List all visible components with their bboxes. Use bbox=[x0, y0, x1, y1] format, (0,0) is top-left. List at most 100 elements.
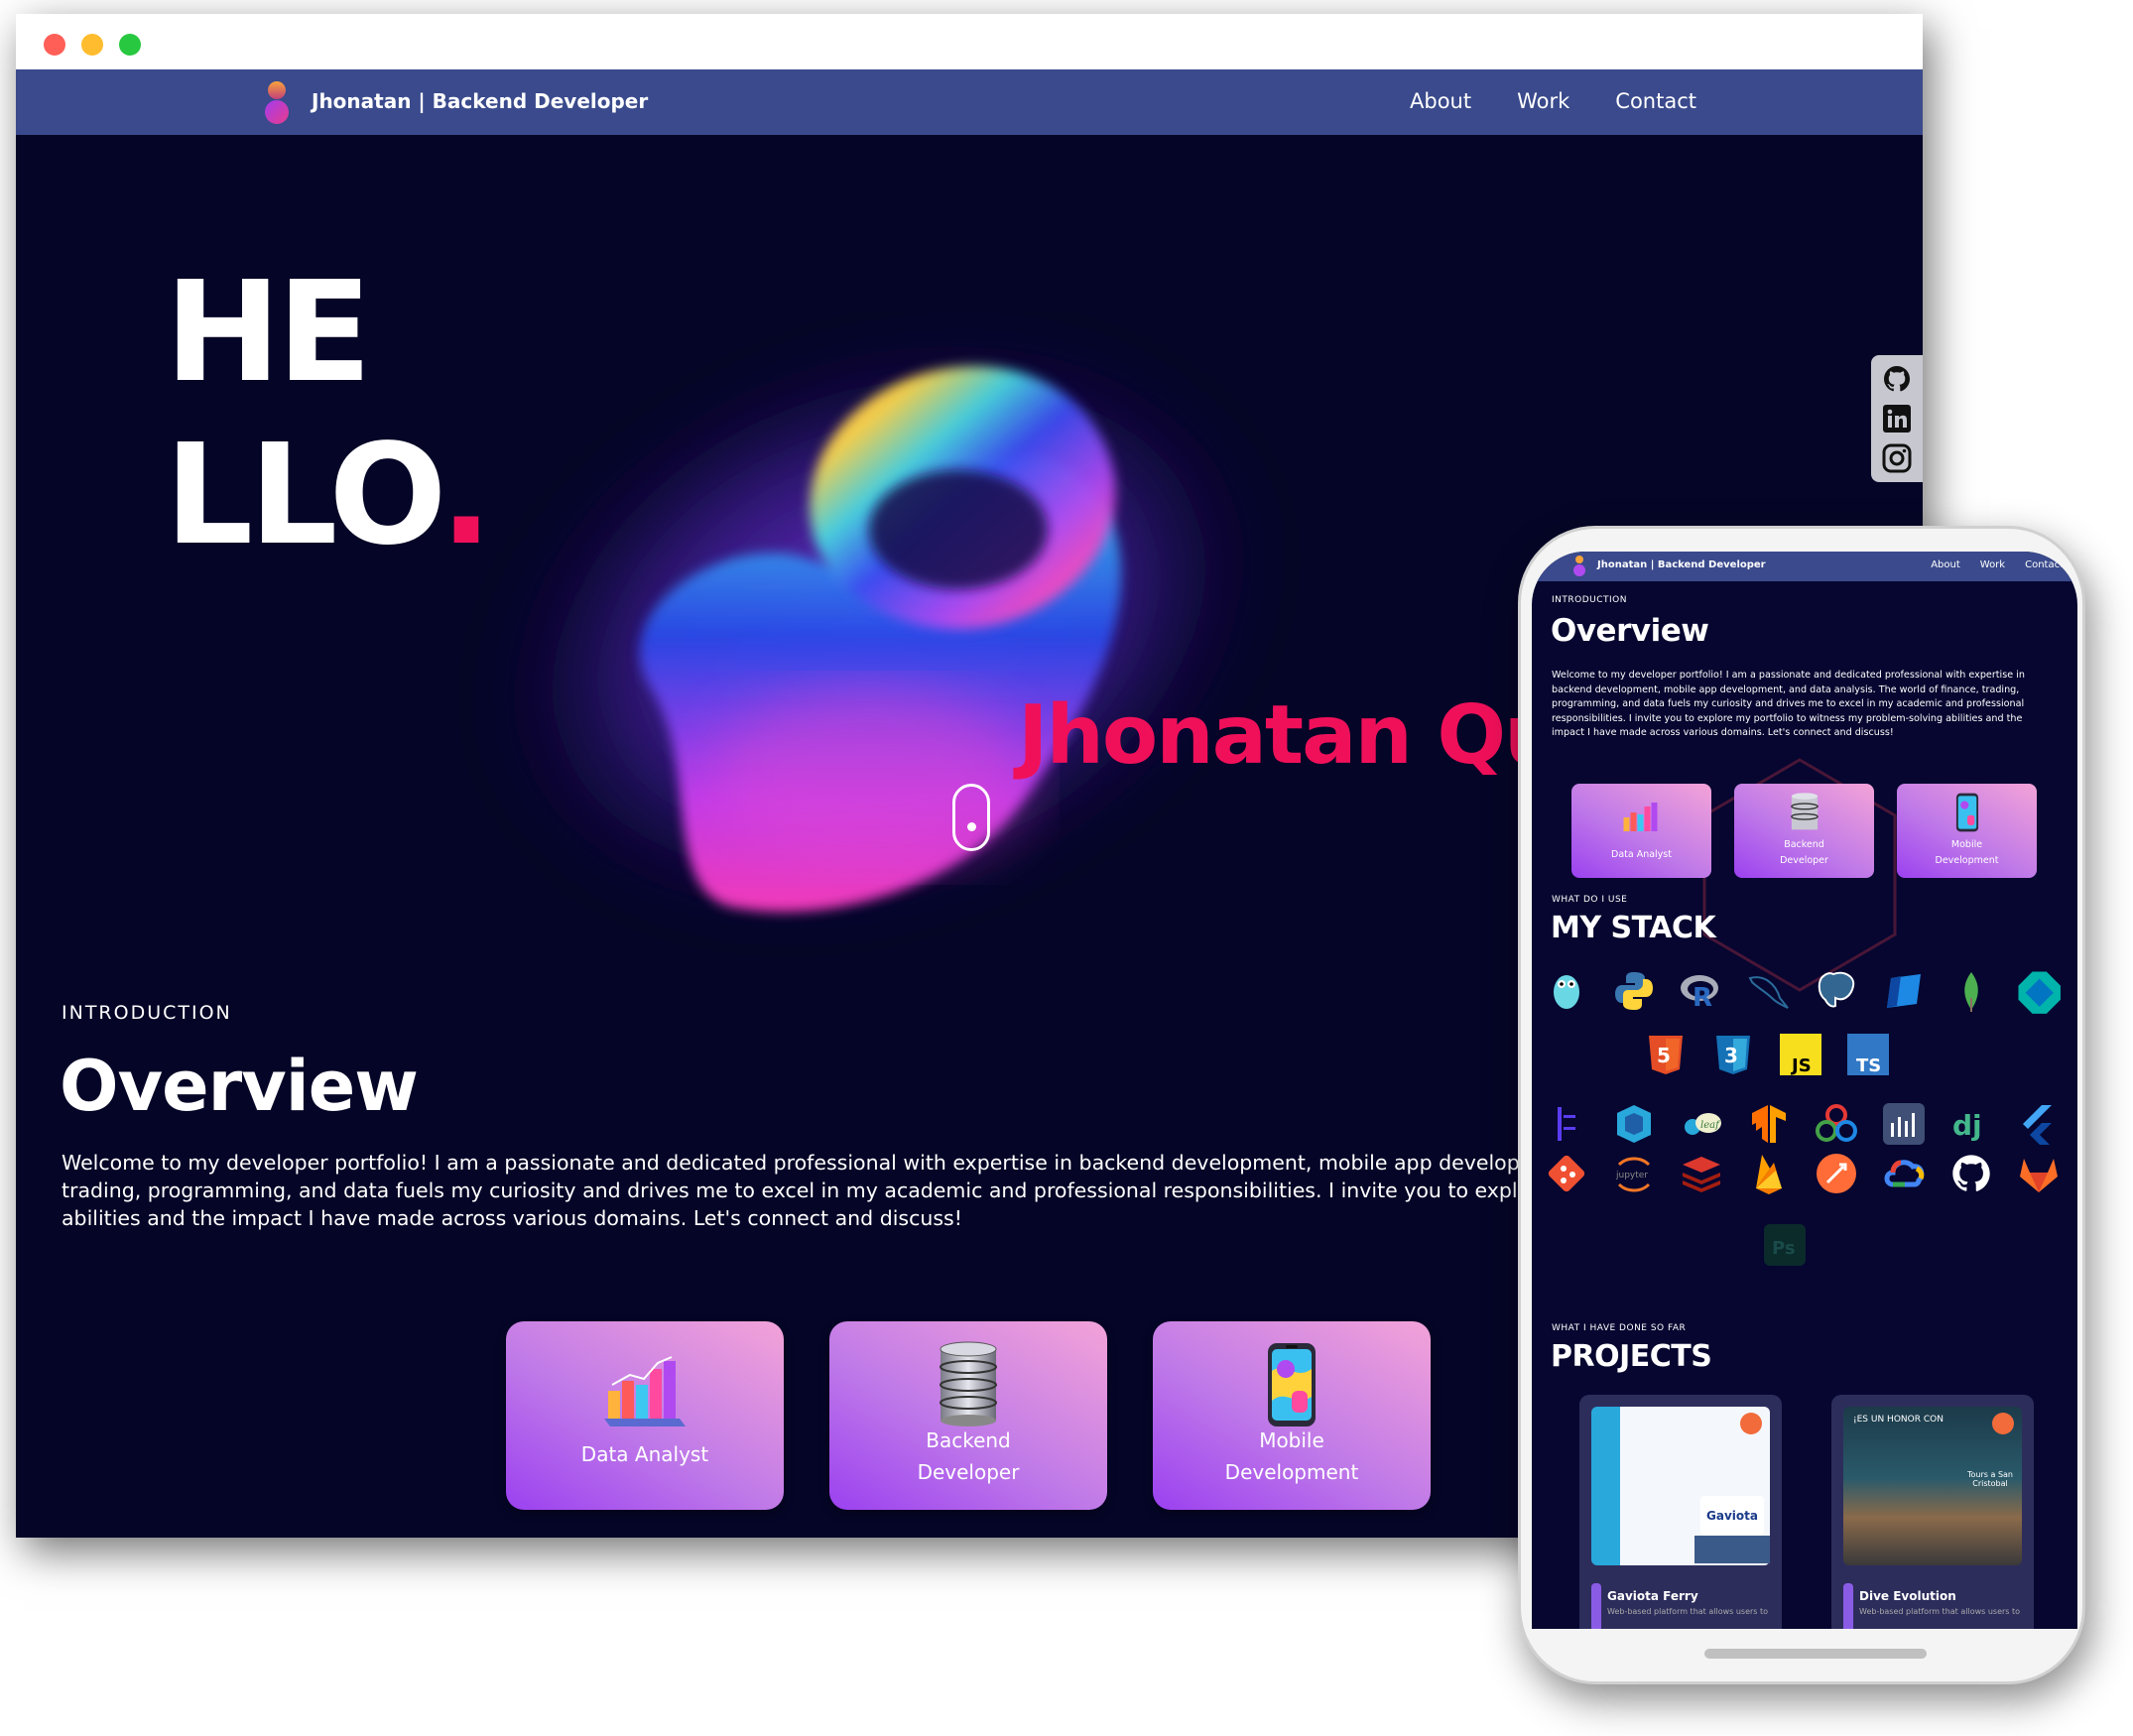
nestjs-icon bbox=[1617, 1105, 1651, 1143]
github-link-icon[interactable] bbox=[1740, 1413, 1762, 1434]
nav-links: About Work Contact bbox=[1410, 89, 1696, 113]
stack-row: 5 3 JS TS bbox=[1643, 1032, 1913, 1077]
mobile-overview-text: Welcome to my developer portfolio! I am … bbox=[1552, 670, 2025, 738]
github-link-icon[interactable] bbox=[1992, 1413, 2014, 1434]
mobile-navbar: Jhonatan | Backend Developer About Work … bbox=[1532, 552, 2077, 581]
leaflet-icon: leaf bbox=[1685, 1113, 1721, 1135]
phone-screen: Jhonatan | Backend Developer About Work … bbox=[1532, 552, 2077, 1629]
project-card-gaviota[interactable]: Gaviota Gaviota Ferry Web-based platform… bbox=[1579, 1395, 1782, 1629]
brand-name[interactable]: Jhonatan | Backend Developer bbox=[312, 89, 648, 113]
brand-logo-icon[interactable] bbox=[1573, 555, 1585, 578]
backend-developer-card[interactable]: Backend Developer bbox=[829, 1321, 1107, 1510]
brand-logo-icon[interactable] bbox=[262, 79, 292, 129]
projects-title: PROJECTS bbox=[1551, 1339, 1712, 1374]
accent-bar bbox=[1591, 1583, 1601, 1629]
firebase-icon bbox=[1756, 1155, 1782, 1194]
jupyter-icon: jupyter bbox=[1615, 1157, 1651, 1192]
dart-icon bbox=[2018, 971, 2061, 1014]
mobile-overview-title: Overview bbox=[1551, 613, 1709, 649]
overview-text-line: Welcome to my developer portfolio! I am … bbox=[62, 1151, 1624, 1175]
nav-work-link[interactable]: Work bbox=[1980, 559, 2005, 570]
minimize-window-button[interactable] bbox=[81, 34, 103, 56]
svg-text:jupyter: jupyter bbox=[1615, 1171, 1648, 1180]
project-name: Dive Evolution bbox=[1859, 1589, 1956, 1603]
data-analyst-card[interactable]: Data Analyst bbox=[1571, 784, 1711, 878]
card-label: Data Analyst bbox=[580, 1442, 709, 1466]
card-label: Backend bbox=[1784, 839, 1824, 850]
close-window-button[interactable] bbox=[44, 34, 65, 56]
smartphone-icon bbox=[1268, 1343, 1316, 1426]
stack-row: jupyter bbox=[1544, 1151, 2062, 1196]
instagram-icon[interactable] bbox=[1881, 442, 1913, 474]
card-label: Data Analyst bbox=[1611, 849, 1672, 860]
smartphone-icon bbox=[1955, 793, 1978, 832]
svg-text:JS: JS bbox=[1790, 1055, 1812, 1076]
mobile-service-cards: Data Analyst Backend Developer Mobile De… bbox=[1571, 784, 2037, 878]
project-screenshot-text: Gaviota bbox=[1700, 1496, 1764, 1536]
card-label: Mobile bbox=[1950, 839, 1983, 850]
accent-bar bbox=[1843, 1583, 1853, 1629]
svg-text:Ps: Ps bbox=[1772, 1238, 1796, 1259]
redis-icon bbox=[1683, 1157, 1720, 1192]
card-label: Developer bbox=[1780, 855, 1828, 866]
mobile-brand-name[interactable]: Jhonatan | Backend Developer bbox=[1597, 559, 1766, 570]
scroll-down-mouse-icon[interactable] bbox=[952, 784, 990, 851]
github-icon[interactable] bbox=[1881, 363, 1913, 395]
projects-label: WHAT I HAVE DONE SO FAR bbox=[1552, 1323, 1687, 1333]
mysql-icon bbox=[1748, 976, 1789, 1009]
nav-about-link[interactable]: About bbox=[1410, 89, 1471, 113]
nav-contact-link[interactable]: Contact bbox=[2025, 559, 2064, 570]
phone-home-indicator[interactable] bbox=[1704, 1649, 1927, 1659]
linkedin-icon[interactable] bbox=[1881, 403, 1913, 434]
mobile-intro-label: INTRODUCTION bbox=[1552, 595, 1627, 605]
data-analyst-card[interactable]: Data Analyst bbox=[506, 1321, 784, 1510]
google-cloud-icon bbox=[1884, 1160, 1925, 1187]
backend-developer-card[interactable]: Backend Developer bbox=[1734, 784, 1874, 878]
svg-text:TS: TS bbox=[1856, 1055, 1881, 1076]
bar-chart-icon bbox=[604, 1356, 686, 1426]
nav-work-link[interactable]: Work bbox=[1517, 89, 1569, 113]
project-screenshot-text: ¡ES UN HONOR CON bbox=[1853, 1415, 1944, 1425]
mongodb-icon bbox=[1964, 972, 1978, 1012]
stack-title: MY STACK bbox=[1551, 911, 1716, 945]
project-description: Web-based platform that allows users to bbox=[1607, 1607, 1769, 1616]
card-label: Mobile bbox=[1259, 1428, 1324, 1452]
r-icon: R bbox=[1681, 975, 1718, 1013]
project-name: Gaviota Ferry bbox=[1607, 1589, 1698, 1603]
html5-icon: 5 bbox=[1649, 1036, 1683, 1074]
svg-text:5: 5 bbox=[1657, 1044, 1671, 1067]
svg-text:dj: dj bbox=[1952, 1109, 1982, 1142]
django-icon: dj bbox=[1952, 1109, 1982, 1142]
flutter-icon bbox=[2023, 1105, 2052, 1145]
stack-row: Ps bbox=[1762, 1222, 1829, 1268]
mobile-development-card[interactable]: Mobile Development bbox=[1897, 784, 2037, 878]
database-icon bbox=[940, 1341, 997, 1426]
typescript-icon: TS bbox=[1847, 1034, 1889, 1076]
ferry-image bbox=[1694, 1536, 1770, 1563]
kubeflow-icon bbox=[1816, 1104, 1857, 1142]
python-icon bbox=[1615, 972, 1653, 1010]
gitlab-icon bbox=[2020, 1159, 2058, 1192]
tensorflow-icon bbox=[1752, 1105, 1786, 1143]
svg-text:3: 3 bbox=[1724, 1044, 1738, 1067]
nav-contact-link[interactable]: Contact bbox=[1615, 89, 1696, 113]
card-label: Development bbox=[1935, 855, 1999, 866]
stack-row: leaf dj bbox=[1544, 1101, 2062, 1147]
project-screenshot-text: Tours a San Cristobal bbox=[1967, 1470, 2013, 1488]
git-icon bbox=[1548, 1155, 1585, 1192]
nav-about-link[interactable]: About bbox=[1931, 559, 1960, 570]
postgresql-icon bbox=[1818, 971, 1855, 1008]
project-card-dive-evolution[interactable]: ¡ES UN HONOR CON Tours a San Cristobal D… bbox=[1831, 1395, 2034, 1629]
card-label: Development bbox=[1224, 1460, 1359, 1484]
azure-sql-icon bbox=[1887, 974, 1921, 1008]
stack-row: R bbox=[1544, 968, 2062, 1014]
service-cards: Data Analyst Backend Developer Mobile De… bbox=[506, 1321, 1431, 1510]
css3-icon: 3 bbox=[1716, 1036, 1750, 1074]
javascript-icon: JS bbox=[1780, 1034, 1821, 1076]
intro-label: INTRODUCTION bbox=[62, 1002, 232, 1024]
mobile-development-card[interactable]: Mobile Development bbox=[1153, 1321, 1431, 1510]
overview-text-line: abilities and the impact I have made acr… bbox=[62, 1206, 962, 1230]
overview-text: Welcome to my developer portfolio! I am … bbox=[62, 1149, 1637, 1232]
maximize-window-button[interactable] bbox=[119, 34, 141, 56]
stack-label: WHAT DO I USE bbox=[1552, 895, 1628, 905]
